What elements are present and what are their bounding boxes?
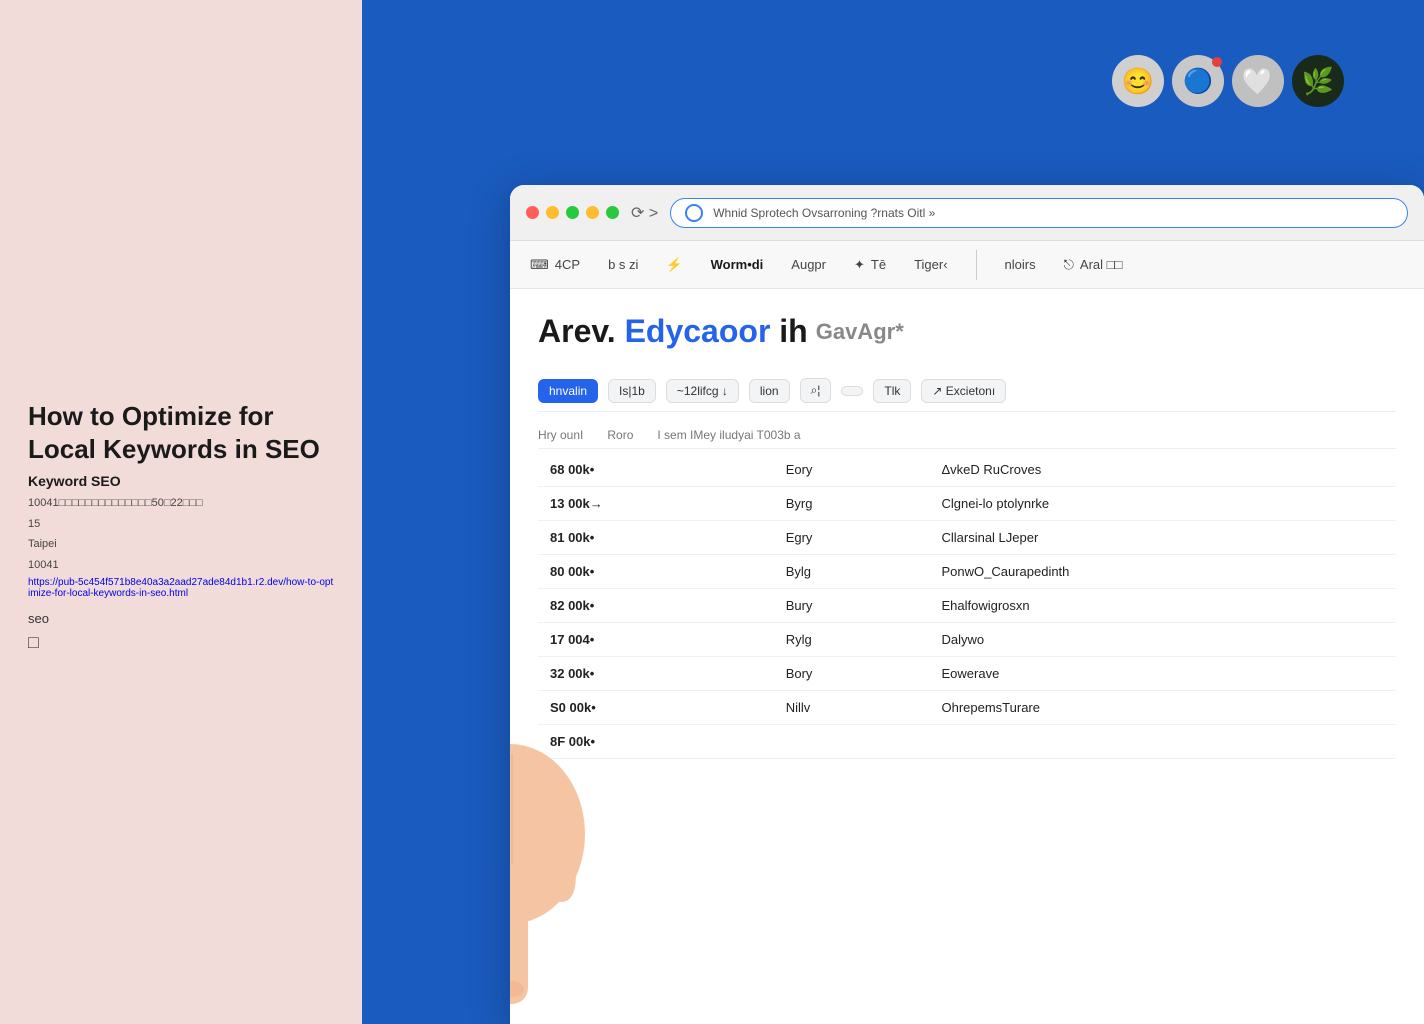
cell-keyword: PonwO_Caurapedinth: [929, 555, 1396, 589]
sidebar-meta1: 10041□□□□□□□□□□□□□□50□22□□□: [28, 495, 334, 512]
nav-label-worm: Worm•di: [711, 257, 764, 272]
secure-icon: [685, 204, 703, 222]
cell-vol: 81 00k•: [538, 521, 774, 555]
back-forward-buttons[interactable]: ⟳ >: [631, 203, 658, 223]
cell-keyword: ΔvkeD RuCroves: [929, 453, 1396, 487]
filter-invalin[interactable]: hnvalin: [538, 379, 598, 403]
filter-col6[interactable]: [841, 386, 863, 396]
nav-item-3[interactable]: ⚡: [666, 257, 682, 273]
table-row: 81 00k• Egry Cllarsinal LJeper: [538, 521, 1396, 555]
page-title-part1: Arev. Edycaoor ih: [538, 313, 808, 350]
minimize-button[interactable]: [546, 206, 559, 219]
cell-vol: 68 00k•: [538, 453, 774, 487]
nav-label-aral: Aral □□: [1080, 257, 1122, 272]
sidebar-subtitle: Keyword SEO: [28, 473, 334, 489]
cell-keyword: OhrepemsTurare: [929, 691, 1396, 725]
filter-difficulty[interactable]: ~12lifcg ↓: [666, 379, 739, 403]
cell-diff: Nillv: [774, 691, 930, 725]
cell-diff: Rylg: [774, 623, 930, 657]
nav-label-1: 4CP: [555, 257, 580, 272]
sidebar-meta4: 10041: [28, 557, 334, 574]
sidebar-url[interactable]: https://pub-5c454f571b8e40a3a2aad27ade84…: [28, 577, 334, 599]
cell-vol: 13 00k→: [538, 487, 774, 521]
nav-icon: ⟳ >: [631, 203, 658, 223]
sub-header-row: Hry ounI Roro I sem IMey iludyai T003b a: [538, 422, 1396, 449]
cell-keyword: Eowerave: [929, 657, 1396, 691]
nav-item-1[interactable]: ⌨ 4CP: [530, 257, 580, 273]
browser-icon-2[interactable]: 🔵: [1172, 55, 1224, 107]
notification-badge: [1212, 57, 1222, 67]
nav-label-2: b s zi: [608, 257, 638, 272]
cell-keyword: [929, 725, 1396, 759]
browser-chrome: ⟳ > Whnid Sprotech Ovsarroning ?rnats Oi…: [510, 185, 1424, 241]
sidebar-icon: □: [28, 632, 334, 653]
sidebar-meta2: 15: [28, 516, 334, 533]
sidebar-meta3: Taipei: [28, 536, 334, 553]
nav-icon-aral: ⎋: [1064, 257, 1074, 273]
title-arev: Arev.: [538, 313, 625, 349]
nav-item-te[interactable]: ✦ Tē: [854, 257, 886, 273]
table-row: 13 00k→ Byrg Clgnei-lo ptolynrke: [538, 487, 1396, 521]
cell-diff: Bury: [774, 589, 930, 623]
top-icons-area: 😊 🔵 🤍 🌿: [1112, 55, 1344, 107]
cell-diff: Bylg: [774, 555, 930, 589]
title-edycaoor: Edycaoor: [625, 313, 771, 349]
filter-row: hnvalin Is|1b ~12lifcg ↓ lion ⌕¦ Tlk ↗ E…: [538, 370, 1396, 412]
cell-diff: Eory: [774, 453, 930, 487]
filter-exc[interactable]: ↗ Excietonı: [921, 379, 1006, 403]
nav-label-te: Tē: [871, 257, 886, 272]
nav-item-2[interactable]: b s zi: [608, 257, 638, 272]
cell-diff: Byrg: [774, 487, 930, 521]
hand-svg: [510, 554, 770, 1024]
nav-label-nloirs: nloirs: [1005, 257, 1036, 272]
cell-diff: Egry: [774, 521, 930, 555]
filter-col5[interactable]: ⌕¦: [800, 378, 832, 403]
sidebar: How to Optimize for Local Keywords in SE…: [0, 0, 362, 1024]
cell-keyword: Cllarsinal LJeper: [929, 521, 1396, 555]
nav-item-aral[interactable]: ⎋ Aral □□: [1064, 257, 1123, 273]
address-text: Whnid Sprotech Ovsarroning ?rnats Oitl »: [713, 206, 1393, 220]
address-bar[interactable]: Whnid Sprotech Ovsarroning ?rnats Oitl »: [670, 198, 1408, 228]
nav-icon-1: ⌨: [530, 257, 549, 273]
browser-icon-1[interactable]: 😊: [1112, 55, 1164, 107]
nav-item-augpr[interactable]: Augpr: [791, 257, 826, 272]
nav-item-worm[interactable]: Worm•di: [711, 257, 764, 272]
browser-icon-4[interactable]: 🌿: [1292, 55, 1344, 107]
nav-icon-3: ⚡: [666, 257, 682, 273]
nav-item-tiger[interactable]: Tiger‹: [914, 257, 947, 272]
sidebar-title: How to Optimize for Local Keywords in SE…: [28, 400, 334, 465]
subheader-col3: I sem IMey iludyai T003b a: [657, 428, 800, 442]
main-area: 😊 🔵 🤍 🌿 ⟳ > Whnid Sprotech Ovsarroning: [362, 0, 1424, 1024]
nav-label-tiger: Tiger‹: [914, 257, 947, 272]
extra-button2[interactable]: [606, 206, 619, 219]
hand-overlay: [510, 554, 770, 1024]
cell-keyword: Dalywo: [929, 623, 1396, 657]
close-button[interactable]: [526, 206, 539, 219]
nav-icon-te: ✦: [854, 257, 865, 273]
subheader-col2: Roro: [607, 428, 633, 442]
page-title-part3: GavAgr*: [816, 319, 904, 345]
traffic-lights: [526, 206, 619, 219]
page-title-row: Arev. Edycaoor ih GavAgr*: [538, 313, 1396, 350]
browser-icon-3[interactable]: 🤍: [1232, 55, 1284, 107]
nav-item-nloirs[interactable]: nloirs: [1005, 257, 1036, 272]
cell-diff: [774, 725, 930, 759]
cell-keyword: Ehalfowigrosxn: [929, 589, 1396, 623]
browser-nav: ⌨ 4CP b s zi ⚡ Worm•di Augpr ✦ Tē Tiger‹: [510, 241, 1424, 289]
nav-label-augpr: Augpr: [791, 257, 826, 272]
maximize-button[interactable]: [566, 206, 579, 219]
filter-tlk[interactable]: Tlk: [873, 379, 911, 403]
filter-lion[interactable]: lion: [749, 379, 790, 403]
extra-button[interactable]: [586, 206, 599, 219]
table-row: 68 00k• Eory ΔvkeD RuCroves: [538, 453, 1396, 487]
sidebar-tag: seo: [28, 611, 334, 626]
subheader-col1: Hry ounI: [538, 428, 583, 442]
title-ih: ih: [779, 313, 807, 349]
filter-istb[interactable]: Is|1b: [608, 379, 656, 403]
cell-keyword: Clgnei-lo ptolynrke: [929, 487, 1396, 521]
cell-diff: Bory: [774, 657, 930, 691]
divider: [976, 250, 977, 280]
